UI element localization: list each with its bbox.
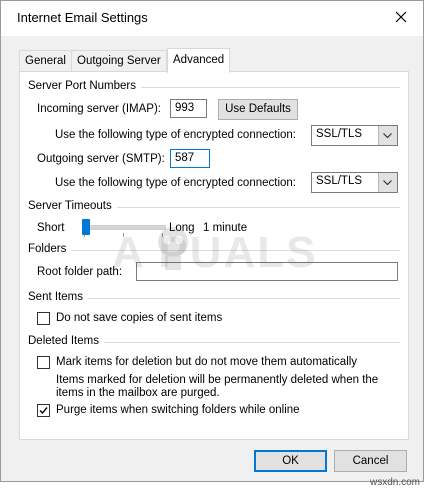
slider-tick: [162, 233, 163, 237]
section-server-timeouts: Server Timeouts: [28, 200, 400, 214]
mark-for-deletion-checkbox[interactable]: [37, 356, 50, 369]
slider-track: [82, 225, 166, 230]
slider-thumb[interactable]: [82, 219, 90, 235]
incoming-encryption-select[interactable]: SSL/TLS: [311, 125, 398, 146]
section-folders: Folders: [28, 243, 400, 257]
outgoing-encryption-label: Use the following type of encrypted conn…: [55, 177, 297, 189]
incoming-port-field[interactable]: 993: [170, 99, 207, 118]
deletion-note-line2: items in the mailbox are purged.: [56, 387, 220, 399]
root-folder-field[interactable]: [136, 262, 398, 281]
section-deleted-items: Deleted Items: [28, 335, 400, 349]
tab-advanced[interactable]: Advanced: [167, 48, 231, 73]
section-heading: Server Port Numbers: [28, 80, 142, 92]
deletion-note-line1: Items marked for deletion will be perman…: [56, 374, 379, 386]
dont-save-sent-checkbox[interactable]: [37, 312, 50, 325]
dropdown-button[interactable]: [378, 126, 397, 145]
timeout-slider[interactable]: [78, 218, 168, 238]
section-heading: Sent Items: [28, 291, 88, 303]
tab-outgoing-server[interactable]: Outgoing Server: [71, 50, 167, 71]
incoming-encryption-label: Use the following type of encrypted conn…: [55, 129, 297, 141]
section-heading: Folders: [28, 243, 72, 255]
site-watermark: wsxdn.com: [369, 477, 420, 488]
window-title: Internet Email Settings: [17, 10, 148, 25]
incoming-server-label: Incoming server (IMAP):: [37, 103, 161, 115]
cancel-button[interactable]: Cancel: [334, 450, 407, 472]
slider-tick: [123, 233, 124, 237]
timeout-value-label: 1 minute: [203, 222, 248, 234]
advanced-panel: Server Port Numbers Incoming server (IMA…: [19, 71, 409, 440]
outgoing-encryption-value: SSL/TLS: [316, 175, 363, 187]
ok-button[interactable]: OK: [254, 450, 327, 472]
dialog-window: Internet Email Settings General Outgoing…: [0, 0, 424, 482]
mark-for-deletion-label[interactable]: Mark items for deletion but do not move …: [56, 356, 357, 368]
root-folder-label: Root folder path:: [37, 266, 123, 278]
purge-items-label[interactable]: Purge items when switching folders while…: [56, 404, 300, 416]
section-heading: Server Timeouts: [28, 200, 117, 212]
dropdown-button[interactable]: [378, 173, 397, 192]
close-button[interactable]: [387, 5, 417, 31]
timeout-long-label: Long: [169, 222, 195, 234]
outgoing-port-field[interactable]: 587: [170, 149, 210, 168]
chevron-down-icon: [383, 133, 392, 138]
dont-save-sent-label[interactable]: Do not save copies of sent items: [56, 312, 222, 324]
incoming-encryption-value: SSL/TLS: [316, 128, 363, 140]
checkmark-icon: [39, 407, 48, 415]
outgoing-encryption-select[interactable]: SSL/TLS: [311, 172, 398, 193]
divider: [28, 250, 400, 251]
title-bar[interactable]: Internet Email Settings: [1, 1, 423, 36]
section-server-ports: Server Port Numbers: [28, 80, 400, 94]
chevron-down-icon: [383, 180, 392, 185]
outgoing-server-label: Outgoing server (SMTP):: [37, 153, 165, 165]
section-heading: Deleted Items: [28, 335, 104, 347]
use-defaults-button[interactable]: Use Defaults: [218, 99, 298, 120]
purge-items-checkbox[interactable]: [37, 404, 50, 417]
close-icon: [395, 11, 407, 23]
section-sent-items: Sent Items: [28, 291, 400, 305]
timeout-short-label: Short: [37, 222, 65, 234]
tab-general[interactable]: General: [19, 50, 72, 71]
